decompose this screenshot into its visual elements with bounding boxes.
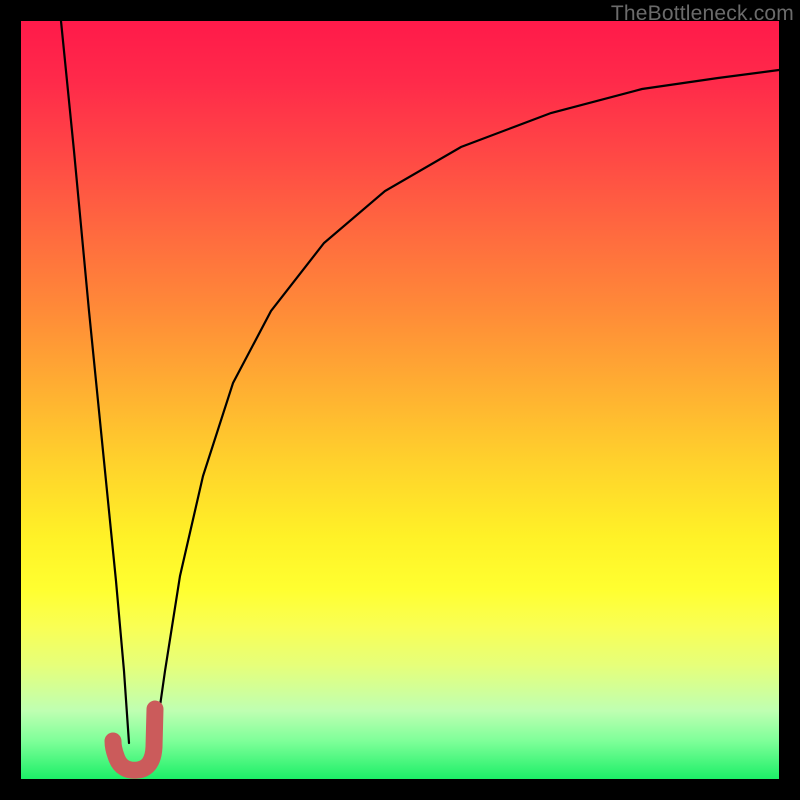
curve-right <box>154 70 779 748</box>
watermark-text: TheBottleneck.com <box>611 2 794 26</box>
chart-curves <box>21 21 779 779</box>
plot-area <box>21 21 779 779</box>
chart-frame: TheBottleneck.com <box>0 0 800 800</box>
curve-left <box>61 21 129 743</box>
j-glyph <box>113 709 155 770</box>
